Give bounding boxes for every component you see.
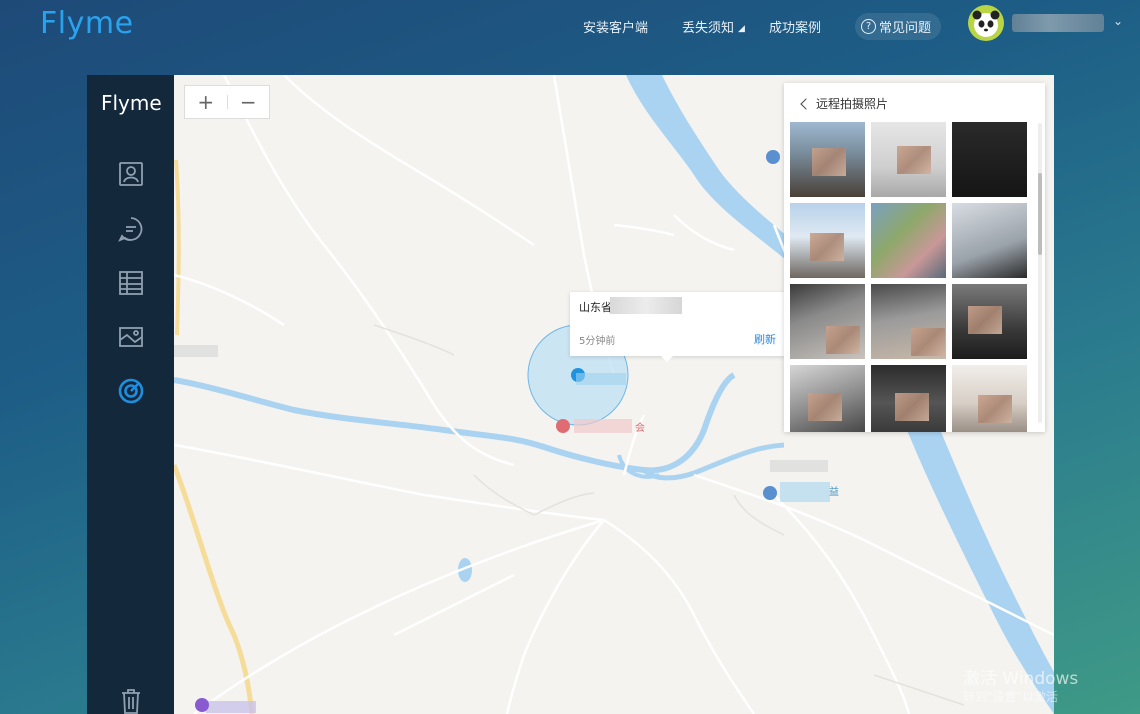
info-card-pointer (660, 355, 674, 362)
zoom-out-button[interactable]: − (228, 90, 270, 114)
message-icon[interactable] (117, 215, 145, 243)
avatar[interactable] (968, 5, 1004, 41)
location-province: 山东省 (579, 301, 612, 314)
photo-thumb[interactable] (790, 203, 865, 278)
nav-lost-notice[interactable]: 丢失须知 (682, 17, 734, 36)
photos-scrollbar[interactable] (1038, 123, 1042, 423)
table-icon[interactable] (117, 269, 145, 297)
nav-success-cases[interactable]: 成功案例 (769, 17, 821, 36)
photo-thumb[interactable] (871, 203, 946, 278)
photos-back-button[interactable]: 远程拍摄照片 (800, 95, 889, 112)
photos-title: 远程拍摄照片 (816, 97, 889, 111)
main-panel: Flyme 会 益 + − 山东省 5分钟前 刷新 远程拍摄照片 (87, 75, 1054, 714)
top-nav: 安装客户端 丢失须知 ◢ 成功案例 ? 常见问题 (583, 0, 941, 52)
contacts-icon[interactable] (117, 160, 145, 188)
activation-watermark-hint: 转到"设置"以激活 (963, 690, 1059, 704)
remote-photos-panel: 远程拍摄照片 (784, 83, 1045, 432)
map-canvas[interactable]: 会 益 + − 山东省 5分钟前 刷新 远程拍摄照片 (171, 75, 1054, 714)
location-info-card: 山东省 5分钟前 刷新 (570, 292, 786, 362)
flyme-logo[interactable]: Flyme (40, 6, 134, 41)
location-address-blurred (610, 297, 682, 314)
map-place-label: 益 (829, 487, 839, 498)
sidebar: Flyme (87, 75, 174, 714)
dropdown-caret-icon: ◢ (738, 24, 745, 34)
photo-thumb[interactable] (871, 122, 946, 197)
faq-button[interactable]: ? 常见问题 (854, 12, 941, 40)
locate-target-icon[interactable] (117, 377, 145, 405)
help-icon: ? (860, 18, 876, 34)
zoom-in-button[interactable]: + (185, 90, 227, 114)
nav-install-client[interactable]: 安装客户端 (583, 17, 648, 36)
faq-label: 常见问题 (878, 20, 931, 36)
zoom-control: + − (184, 85, 270, 119)
chevron-down-icon[interactable]: ⌄ (1113, 14, 1123, 28)
photo-thumb[interactable] (871, 365, 946, 432)
photo-thumb[interactable] (871, 284, 946, 359)
photo-thumb[interactable] (790, 122, 865, 197)
activation-watermark-title: 激活 Windows (963, 669, 1079, 689)
photo-thumb[interactable] (952, 284, 1027, 359)
photo-thumb[interactable] (790, 284, 865, 359)
sidebar-logo: Flyme (101, 91, 162, 115)
username-blurred (1012, 14, 1104, 32)
chevron-left-icon (800, 97, 812, 110)
location-time: 5分钟前 (579, 336, 616, 347)
photo-thumb[interactable] (952, 203, 1027, 278)
panda-avatar-icon (972, 10, 1000, 37)
photo-thumb[interactable] (790, 365, 865, 432)
scrollbar-thumb[interactable] (1038, 173, 1042, 255)
top-bar: Flyme 安装客户端 丢失须知 ◢ 成功案例 ? 常见问题 ⌄ (0, 0, 1140, 52)
map-place-label: 会 (635, 423, 645, 434)
trash-icon[interactable] (117, 687, 145, 714)
refresh-link[interactable]: 刷新 (754, 331, 776, 347)
photo-thumb[interactable] (952, 122, 1027, 197)
gallery-icon[interactable] (117, 323, 145, 351)
photo-thumb[interactable] (952, 365, 1027, 432)
